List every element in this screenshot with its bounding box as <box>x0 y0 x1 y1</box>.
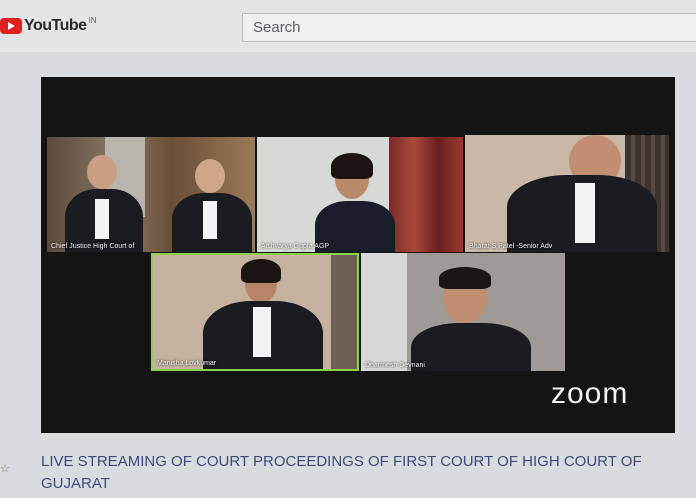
participant-name: Manisha Lovkumar <box>157 360 217 367</box>
judge-head <box>195 159 225 193</box>
hair <box>331 153 373 179</box>
youtube-play-icon <box>0 18 22 34</box>
participant-name: Chief Justice High Court of <box>51 243 135 250</box>
participant-tile: Aishvarya Gupta AGP <box>257 137 463 252</box>
search-input[interactable] <box>243 14 696 41</box>
zoom-logo: zoom <box>551 377 629 410</box>
speaker-collar <box>253 307 271 357</box>
participant-name: Bharat S Patel -Senior Adv <box>469 243 553 250</box>
advocate-collar <box>575 183 595 243</box>
region-code: IN <box>88 15 97 25</box>
curtain <box>389 137 463 252</box>
video-title: LIVE STREAMING OF COURT PROCEEDINGS OF F… <box>41 453 642 492</box>
participant-tile-active: Manisha Lovkumar <box>151 253 359 371</box>
youtube-logo[interactable]: YouTube IN <box>0 15 97 35</box>
logo-text: YouTube <box>24 17 87 34</box>
participant-name: Aishvarya Gupta AGP <box>261 243 330 250</box>
hair <box>241 259 281 283</box>
participant-tile: Dharmesh Devnani <box>361 253 565 371</box>
door <box>331 255 357 369</box>
video-player[interactable]: Chief Justice High Court of Aishvarya Gu… <box>41 77 675 433</box>
hair <box>439 267 491 289</box>
search-box[interactable] <box>242 13 696 42</box>
star-icon[interactable]: ☆ <box>0 462 10 475</box>
top-bar: YouTube IN <box>0 0 696 52</box>
judge-collar <box>203 201 217 239</box>
participant-robe <box>411 323 531 371</box>
judge-collar <box>95 199 109 239</box>
judge-head <box>87 155 117 189</box>
participant-tile: Chief Justice High Court of <box>47 137 255 252</box>
participant-tile: Bharat S Patel -Senior Adv <box>465 135 669 252</box>
participant-name: Dharmesh Devnani <box>365 362 425 369</box>
curtain <box>361 253 407 371</box>
